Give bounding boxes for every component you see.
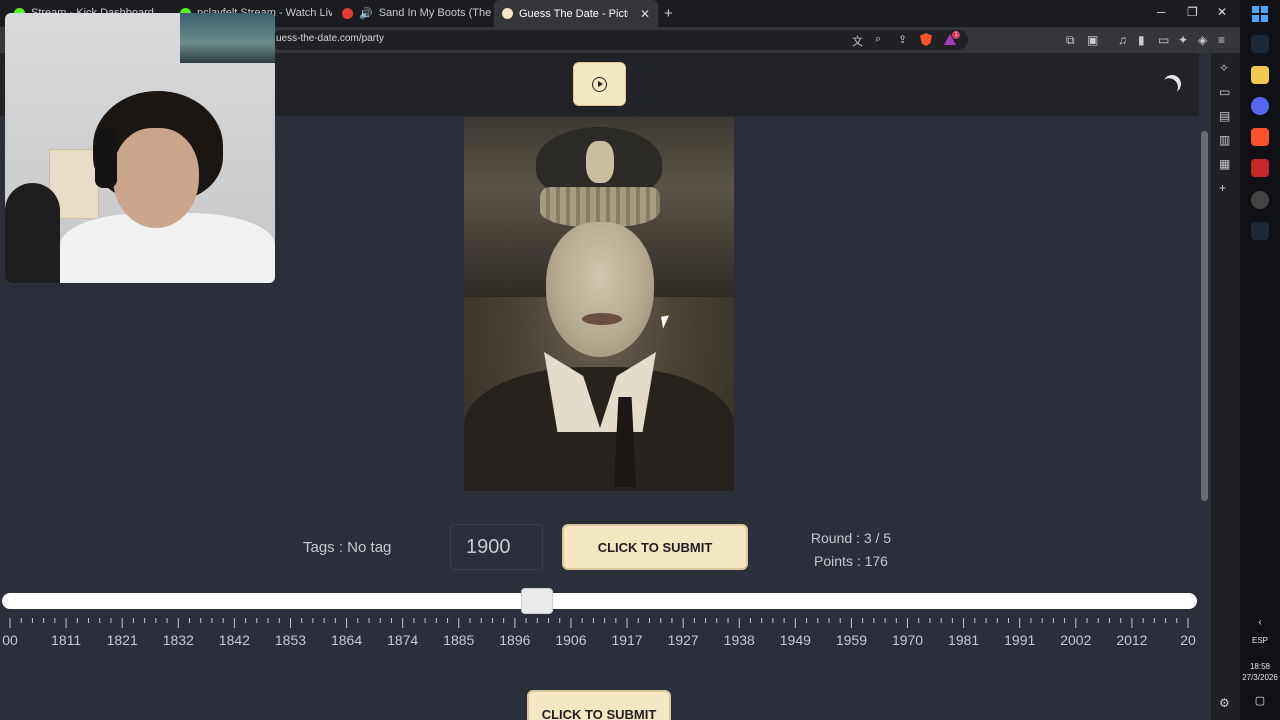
bookmarks-icon[interactable]: ▥ (1219, 133, 1230, 147)
site-favicon (502, 8, 513, 19)
translate-icon[interactable]: 文 (852, 33, 863, 49)
leo-ai-icon[interactable]: ✦ (1178, 33, 1188, 47)
year-slider-track[interactable] (2, 593, 1197, 609)
vpn-icon[interactable]: ◈ (1198, 33, 1207, 47)
screenshot-icon[interactable]: ▣ (1087, 33, 1098, 47)
speaker-icon: 🔊 (359, 7, 373, 20)
share-icon[interactable]: ⇪ (898, 33, 907, 46)
year-tick-label: 00 (2, 632, 18, 648)
year-tick-label: 1949 (779, 632, 811, 648)
year-tick-label: 1970 (891, 632, 924, 648)
slider-ticks (9, 618, 1189, 628)
discord-icon[interactable] (1251, 97, 1269, 115)
address-bar[interactable]: uess-the-date.com/party 文 ⌕ ⇪ 1 (272, 30, 968, 50)
submit-button[interactable]: CLICK TO SUBMIT (562, 524, 748, 570)
history-icon[interactable]: ▦ (1219, 157, 1230, 171)
recorder-icon[interactable] (1251, 191, 1269, 209)
close-icon[interactable]: ✕ (640, 7, 650, 21)
wallet-icon[interactable]: ▭ (1158, 33, 1169, 47)
zoom-icon[interactable]: ⌕ (875, 33, 881, 46)
year-tick-label: 1981 (948, 632, 980, 648)
steam-icon[interactable] (1251, 35, 1269, 53)
year-tick-label: 1991 (1004, 632, 1036, 648)
year-tick-label: 1853 (274, 632, 307, 648)
media-icon[interactable]: ♫ (1118, 33, 1127, 47)
submit-button-bottom[interactable]: CLICK TO SUBMIT (527, 690, 671, 720)
file-explorer-icon[interactable] (1251, 66, 1269, 84)
play-circle-icon (592, 76, 607, 92)
year-tick-label: 2012 (1116, 632, 1148, 648)
add-panel-icon[interactable]: + (1219, 181, 1226, 195)
tab-guess-the-date[interactable]: Guess The Date - Pictures / Paint ✕ (494, 0, 658, 27)
year-input[interactable] (450, 524, 543, 570)
reading-list-icon[interactable]: ▭ (1219, 85, 1230, 99)
year-tick-label: 2002 (1060, 632, 1092, 648)
year-tick-label: 1885 (443, 632, 475, 648)
slider-year-labels: 00 1811 1821 1832 1842 1853 1864 1874 1885 1896 19… (0, 632, 1210, 650)
historical-photo (464, 117, 734, 491)
youtube-icon (342, 7, 353, 19)
restore-icon[interactable]: ❐ (1187, 5, 1198, 19)
sidebar-icon[interactable]: ▮ (1138, 33, 1145, 47)
language-indicator[interactable]: ESP (1240, 636, 1280, 645)
year-tick-label: 1832 (162, 632, 194, 648)
leo-ai-icon[interactable]: ✧ (1219, 61, 1229, 75)
url-text: uess-the-date.com/party (276, 33, 384, 44)
browser-sidebar: ✧ ▭ ▤ ▥ ▦ + ⚙ (1210, 53, 1240, 720)
score-panel: Round : 3 / 5 Points : 176 (796, 527, 906, 573)
chevron-left-icon[interactable]: ‹ (1240, 617, 1280, 628)
year-tick-label: 1821 (106, 632, 138, 648)
close-window-icon[interactable]: ✕ (1217, 5, 1227, 19)
notification-icon[interactable]: ▢ (1240, 694, 1280, 707)
year-tick-label: 1959 (835, 632, 867, 648)
tab-title: Sand In My Boots (The Dangerous (378, 7, 494, 19)
year-tick-label: 1938 (723, 632, 755, 648)
play-button[interactable] (573, 62, 626, 106)
year-tick-label: 1864 (330, 632, 363, 648)
page-scrollbar[interactable] (1199, 53, 1210, 720)
wallet-icon[interactable]: ▤ (1219, 109, 1230, 123)
year-tick-label: 1811 (51, 632, 82, 648)
clock-time[interactable]: 18:58 (1240, 662, 1280, 671)
notification-badge: 1 (952, 31, 960, 39)
extensions-icon[interactable]: ⧉ (1066, 33, 1075, 48)
minimize-icon[interactable]: ─ (1157, 5, 1166, 19)
year-tick-label: 1906 (555, 632, 587, 648)
app-icon[interactable] (1251, 159, 1269, 177)
year-tick-label: 1874 (387, 632, 419, 648)
scrollbar-thumb[interactable] (1201, 131, 1208, 501)
year-tick-label: 1927 (667, 632, 699, 648)
round-counter: Round : 3 / 5 (810, 530, 892, 546)
brave-shields-icon[interactable] (920, 33, 932, 46)
steam-icon[interactable] (1251, 222, 1269, 240)
os-taskbar: ‹ ESP 18:58 27/3/2026 ▢ (1240, 0, 1280, 720)
new-tab-button[interactable]: + (664, 5, 673, 22)
webcam-overlay (5, 13, 275, 283)
moon-icon[interactable] (1160, 72, 1183, 95)
year-slider-thumb[interactable] (521, 588, 553, 614)
windows-start-icon[interactable] (1251, 5, 1269, 23)
year-tick-label: 1842 (218, 632, 250, 648)
clock-date[interactable]: 27/3/2026 (1240, 673, 1280, 682)
tab-youtube-music[interactable]: 🔊 Sand In My Boots (The Dangerous (334, 3, 494, 23)
points-counter: Points : 176 (814, 553, 888, 569)
year-tick-label: 1917 (611, 632, 643, 648)
settings-icon[interactable]: ⚙ (1219, 696, 1230, 710)
year-tick-label: 20 (1180, 632, 1196, 648)
year-tick-label: 1896 (499, 632, 531, 648)
brave-icon[interactable] (1251, 128, 1269, 146)
tags-label: Tags : No tag (303, 539, 392, 556)
menu-icon[interactable]: ≡ (1218, 33, 1225, 47)
tab-title: Guess The Date - Pictures / Paint (519, 7, 628, 20)
